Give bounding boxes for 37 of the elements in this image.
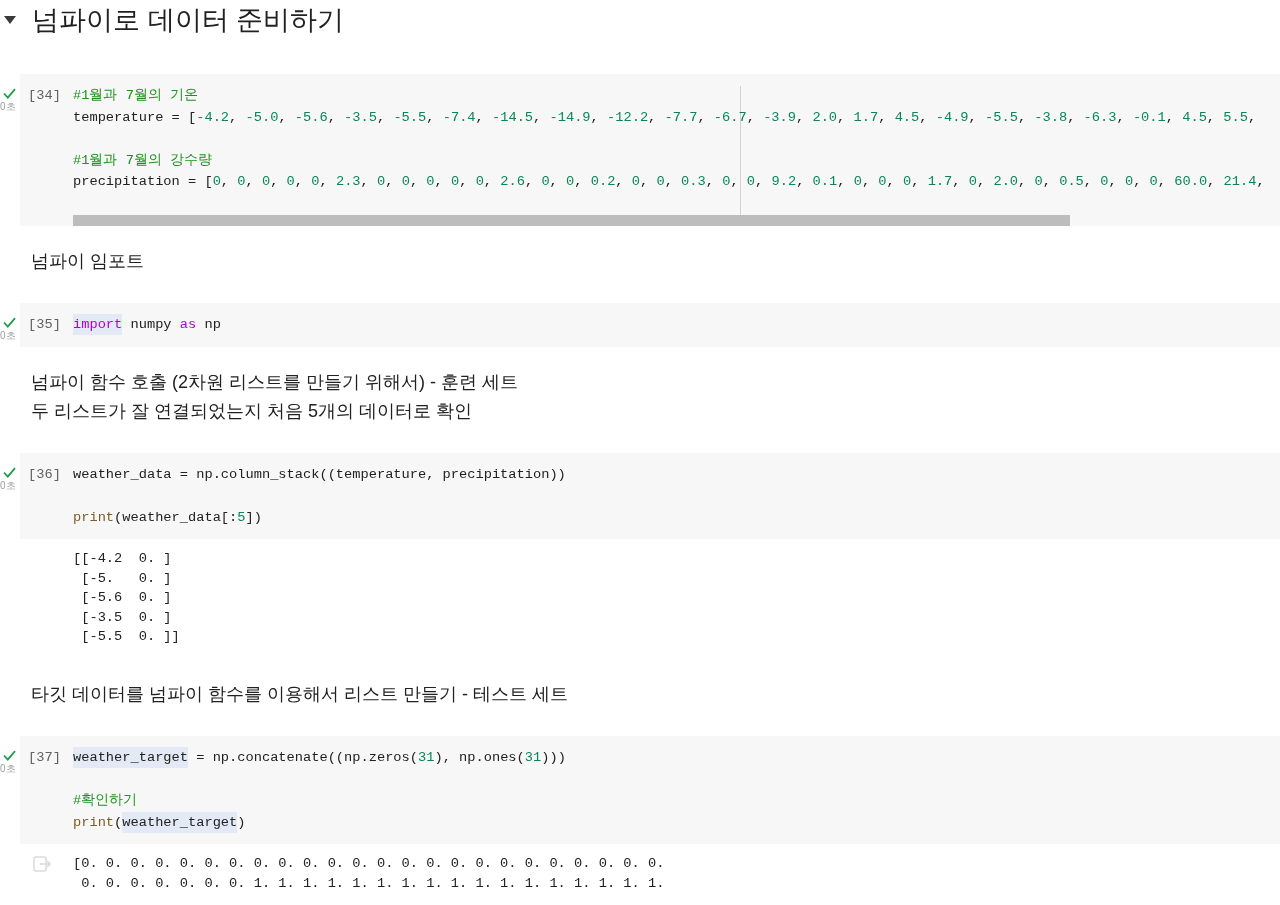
code-line: #1월과 7월의 강수량 — [73, 151, 213, 170]
output-text: [0. 0. 0. 0. 0. 0. 0. 0. 0. 0. 0. 0. 0. 0. 0. 0. 0. 0. 0. 0. 0. 0. 0. 0. — [73, 855, 665, 874]
code-line: weather_target = np.concatenate((np.zeros(31), np.ones(31))) — [73, 746, 566, 769]
code-line: weather_data = np.column_stack((temperature, precipitation)) — [73, 465, 566, 484]
section-heading: 넘파이로 데이터 준비하기 — [32, 4, 344, 37]
code-line: #확인하기 — [73, 792, 138, 811]
output-text: 0. 0. 0. 0. 0. 0. 0. 1. 1. 1. 1. 1. 1. 1. 1. 1. 1. 1. 1. 1. 1. 1. 1. 1. — [80, 874, 665, 893]
output-text: [-5.6 0. ] — [80, 589, 172, 608]
code-editor[interactable]: [36] weather_data = np.column_stack((temperature, precipitation)) print(weather_data[:5]) — [20, 452, 1280, 540]
markdown-text: 넘파이 임포트 — [31, 249, 144, 273]
code-editor[interactable] — [20, 74, 1280, 226]
markdown-text: 넘파이 함수 호출 (2차원 리스트를 만들기 위해서) - 훈련 세트 — [31, 370, 518, 394]
caret-icon[interactable] — [4, 16, 16, 24]
output-text: [-3.5 0. ] — [80, 608, 172, 627]
runtime-label: 0초 — [0, 479, 16, 492]
code-editor[interactable]: [35] import numpy as np — [20, 302, 1280, 347]
code-line: precipitation = [0, 0, 0, 0, 0, 2.3, 0, 0, 0, 0, 0, 2.6, 0, 0, 0.2, 0, 0, 0.3, 0, 0, 9.2, 0.1, 0, 0, 0, 1.7, 0, 2.0, 0, 0.5, 0, 0, 0, 60.0, 21.4, — [73, 173, 1265, 192]
runtime-label: 0초 — [0, 762, 16, 775]
code-line: #1월과 7월의 기온 — [73, 87, 199, 105]
execution-count: [36] — [28, 465, 61, 484]
output-text: [[-4.2 0. ] — [73, 550, 172, 569]
code-editor[interactable]: [37] weather_target = np.concatenate((np.zeros(31), np.ones(31))) #확인하기 print(weather_target) — [20, 735, 1280, 845]
markdown-text: 타깃 데이터를 넘파이 함수를 이용해서 리스트 만들기 - 테스트 세트 — [31, 682, 568, 706]
execution-count: [35] — [28, 315, 61, 334]
code-line: print(weather_target) — [73, 811, 246, 834]
execution-count: [34] — [28, 87, 61, 105]
box-arrow-icon[interactable] — [33, 854, 51, 875]
code-line: print(weather_data[:5]) — [73, 508, 262, 527]
code-line: temperature = [-4.2, -5.0, -5.6, -3.5, -5.5, -7.4, -14.5, -14.9, -12.2, -7.7, -6.7, -3.9, 2.0, 1.7, 4.5, -4.9, -5.5, -3.8, -6.3, -0.1, 4.5, 5.5, — [73, 108, 1257, 127]
code-line: import numpy as np — [73, 313, 221, 336]
execution-count: [37] — [28, 748, 61, 767]
runtime-label: 0초 — [0, 101, 16, 113]
output-text: [-5.5 0. ]] — [80, 628, 180, 647]
runtime-label: 0초 — [0, 329, 16, 342]
markdown-text: 두 리스트가 잘 연결되었는지 처음 5개의 데이터로 확인 — [31, 399, 473, 423]
output-text: [-5. 0. ] — [80, 569, 172, 588]
horizontal-scrollbar[interactable] — [73, 214, 1070, 226]
